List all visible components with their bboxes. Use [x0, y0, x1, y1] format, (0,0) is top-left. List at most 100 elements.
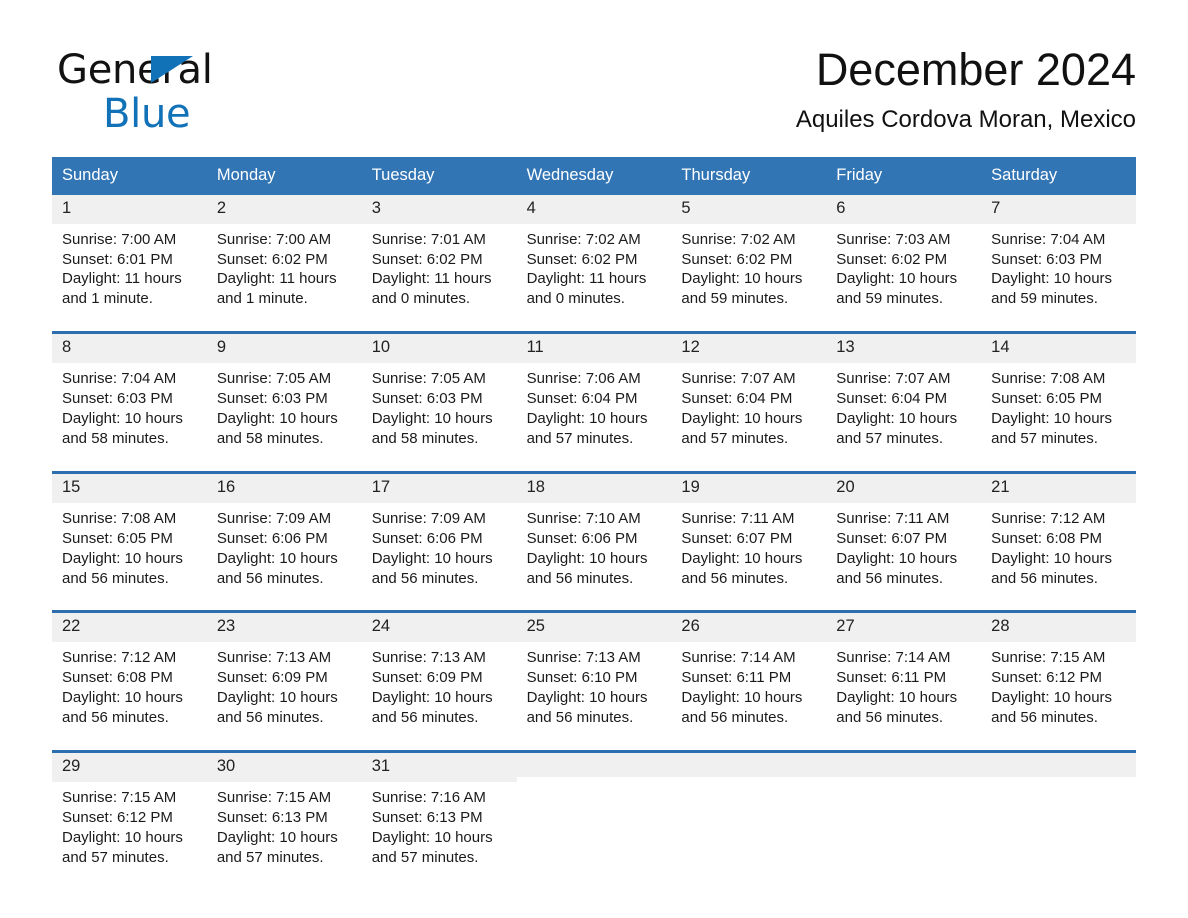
day-number: 19 — [671, 473, 827, 503]
day-cell[interactable]: 16 Sunrise: 7:09 AM Sunset: 6:06 PM Dayl… — [206, 473, 362, 589]
day-number: 21 — [981, 473, 1136, 503]
day-info — [671, 777, 826, 783]
sunrise-text: Sunrise: 7:13 AM — [216, 649, 332, 667]
day-cell[interactable]: 20 Sunrise: 7:11 AM Sunset: 6:07 PM Dayl… — [826, 473, 982, 589]
daylight-text: Daylight: 10 hours and 57 minutes. — [371, 828, 493, 866]
day-cell[interactable]: 21 Sunrise: 7:12 AM Sunset: 6:08 PM Dayl… — [981, 473, 1136, 589]
sunset-text: Sunset: 6:04 PM — [526, 390, 638, 408]
sunrise-text: Sunrise: 7:07 AM — [681, 370, 796, 388]
day-cell[interactable]: 15 Sunrise: 7:08 AM Sunset: 6:05 PM Dayl… — [52, 473, 207, 589]
day-number: 2 — [206, 194, 362, 224]
sunset-text: Sunset: 6:09 PM — [371, 669, 483, 687]
daylight-text: Daylight: 10 hours and 56 minutes. — [216, 549, 338, 587]
daylight-text: Daylight: 11 hours and 0 minutes. — [526, 270, 647, 308]
weekday-header-friday: Friday — [836, 166, 883, 184]
sunrise-text: Sunrise: 7:02 AM — [681, 230, 796, 248]
sunrise-text: Sunrise: 7:13 AM — [526, 649, 641, 667]
daylight-text: Daylight: 10 hours and 56 minutes. — [62, 689, 183, 727]
day-info: Sunrise: 7:04 AM Sunset: 6:03 PM Dayligh… — [52, 363, 207, 449]
day-number: 17 — [361, 473, 517, 503]
day-cell[interactable]: 23 Sunrise: 7:13 AM Sunset: 6:09 PM Dayl… — [206, 613, 362, 728]
sunrise-text: Sunrise: 7:06 AM — [526, 370, 641, 388]
day-cell[interactable]: 1 Sunrise: 7:00 AM Sunset: 6:01 PM Dayli… — [52, 194, 207, 310]
day-info: Sunrise: 7:13 AM Sunset: 6:09 PM Dayligh… — [362, 642, 517, 728]
day-cell[interactable]: 29 Sunrise: 7:15 AM Sunset: 6:12 PM Dayl… — [52, 752, 207, 868]
sunrise-text: Sunrise: 7:15 AM — [216, 788, 332, 806]
day-number: 29 — [52, 752, 207, 782]
week-days: 22 Sunrise: 7:12 AM Sunset: 6:08 PM Dayl… — [52, 613, 1136, 728]
day-cell[interactable]: 12 Sunrise: 7:07 AM Sunset: 6:04 PM Dayl… — [671, 334, 827, 449]
week-row: 1 Sunrise: 7:00 AM Sunset: 6:01 PM Dayli… — [52, 194, 1136, 310]
sunset-text: Sunset: 6:02 PM — [371, 250, 483, 268]
day-info: Sunrise: 7:12 AM Sunset: 6:08 PM Dayligh… — [52, 642, 207, 728]
day-cell[interactable]: 4 Sunrise: 7:02 AM Sunset: 6:02 PM Dayli… — [516, 194, 672, 310]
daylight-text: Daylight: 10 hours and 58 minutes. — [216, 410, 338, 447]
day-cell[interactable]: 18 Sunrise: 7:10 AM Sunset: 6:06 PM Dayl… — [516, 473, 672, 589]
triangle-icon — [151, 56, 193, 83]
sunset-text: Sunset: 6:12 PM — [62, 808, 173, 826]
day-cell[interactable]: 31 Sunrise: 7:16 AM Sunset: 6:13 PM Dayl… — [361, 752, 517, 868]
day-info: Sunrise: 7:05 AM Sunset: 6:03 PM Dayligh… — [362, 363, 517, 449]
sunrise-text: Sunrise: 7:05 AM — [371, 370, 486, 388]
day-cell[interactable]: 8 Sunrise: 7:04 AM Sunset: 6:03 PM Dayli… — [52, 334, 207, 449]
day-number: 5 — [671, 194, 827, 224]
sunset-text: Sunset: 6:06 PM — [526, 529, 638, 547]
sunset-text: Sunset: 6:06 PM — [371, 529, 483, 547]
day-info: Sunrise: 7:09 AM Sunset: 6:06 PM Dayligh… — [362, 503, 517, 589]
weekday-header-tuesday: Tuesday — [371, 166, 435, 184]
daylight-text: Daylight: 10 hours and 57 minutes. — [216, 828, 338, 866]
day-number: 9 — [206, 334, 362, 364]
day-number: 11 — [516, 334, 672, 364]
sunrise-text: Sunrise: 7:12 AM — [991, 509, 1106, 527]
general-blue-logo[interactable]: General Blue — [57, 50, 387, 134]
day-number: 8 — [52, 334, 207, 364]
daylight-text: Daylight: 10 hours and 58 minutes. — [62, 410, 183, 447]
sunrise-text: Sunrise: 7:01 AM — [371, 230, 486, 248]
day-info: Sunrise: 7:15 AM Sunset: 6:12 PM Dayligh… — [981, 642, 1136, 728]
day-cell[interactable]: 27 Sunrise: 7:14 AM Sunset: 6:11 PM Dayl… — [826, 613, 982, 728]
day-cell[interactable]: 5 Sunrise: 7:02 AM Sunset: 6:02 PM Dayli… — [671, 194, 827, 310]
day-info — [517, 777, 672, 783]
day-cell[interactable]: 25 Sunrise: 7:13 AM Sunset: 6:10 PM Dayl… — [516, 613, 672, 728]
day-cell[interactable]: 3 Sunrise: 7:01 AM Sunset: 6:02 PM Dayli… — [361, 194, 517, 310]
day-number: 6 — [826, 194, 982, 224]
day-number — [826, 752, 982, 777]
day-cell[interactable]: 13 Sunrise: 7:07 AM Sunset: 6:04 PM Dayl… — [826, 334, 982, 449]
day-cell[interactable]: 22 Sunrise: 7:12 AM Sunset: 6:08 PM Dayl… — [52, 613, 207, 728]
day-cell[interactable]: 30 Sunrise: 7:15 AM Sunset: 6:13 PM Dayl… — [206, 752, 362, 868]
page-header: General Blue December 2024 Aquiles Cordo… — [0, 0, 1188, 134]
sunrise-text: Sunrise: 7:08 AM — [991, 370, 1106, 388]
day-cell[interactable]: 19 Sunrise: 7:11 AM Sunset: 6:07 PM Dayl… — [671, 473, 827, 589]
sunrise-text: Sunrise: 7:11 AM — [681, 509, 795, 527]
day-cell-empty — [671, 752, 827, 868]
day-cell[interactable]: 6 Sunrise: 7:03 AM Sunset: 6:02 PM Dayli… — [826, 194, 982, 310]
calendar-grid: Sunday Monday Tuesday Wednesday Thursday… — [52, 157, 1136, 868]
day-number: 20 — [826, 473, 982, 503]
day-cell[interactable]: 2 Sunrise: 7:00 AM Sunset: 6:02 PM Dayli… — [206, 194, 362, 310]
day-cell[interactable]: 17 Sunrise: 7:09 AM Sunset: 6:06 PM Dayl… — [361, 473, 517, 589]
week-row: 15 Sunrise: 7:08 AM Sunset: 6:05 PM Dayl… — [52, 470, 1136, 589]
day-info: Sunrise: 7:07 AM Sunset: 6:04 PM Dayligh… — [826, 363, 981, 449]
day-number: 10 — [361, 334, 517, 364]
day-cell[interactable]: 9 Sunrise: 7:05 AM Sunset: 6:03 PM Dayli… — [206, 334, 362, 449]
day-cell[interactable]: 24 Sunrise: 7:13 AM Sunset: 6:09 PM Dayl… — [361, 613, 517, 728]
sunrise-text: Sunrise: 7:09 AM — [371, 509, 486, 527]
daylight-text: Daylight: 10 hours and 57 minutes. — [62, 828, 183, 866]
day-cell[interactable]: 11 Sunrise: 7:06 AM Sunset: 6:04 PM Dayl… — [516, 334, 672, 449]
day-cell[interactable]: 7 Sunrise: 7:04 AM Sunset: 6:03 PM Dayli… — [981, 194, 1136, 310]
day-cell[interactable]: 14 Sunrise: 7:08 AM Sunset: 6:05 PM Dayl… — [981, 334, 1136, 449]
day-cell[interactable]: 26 Sunrise: 7:14 AM Sunset: 6:11 PM Dayl… — [671, 613, 827, 728]
day-number: 15 — [52, 473, 207, 503]
day-cell-empty — [981, 752, 1136, 868]
day-number — [516, 752, 672, 777]
day-info: Sunrise: 7:04 AM Sunset: 6:03 PM Dayligh… — [981, 224, 1136, 310]
day-number: 28 — [981, 613, 1136, 643]
day-cell[interactable]: 28 Sunrise: 7:15 AM Sunset: 6:12 PM Dayl… — [981, 613, 1136, 728]
day-cell[interactable]: 10 Sunrise: 7:05 AM Sunset: 6:03 PM Dayl… — [361, 334, 517, 449]
daylight-text: Daylight: 11 hours and 1 minute. — [62, 270, 182, 308]
daylight-text: Daylight: 10 hours and 57 minutes. — [681, 410, 803, 447]
day-info: Sunrise: 7:12 AM Sunset: 6:08 PM Dayligh… — [981, 503, 1136, 589]
daylight-text: Daylight: 10 hours and 56 minutes. — [526, 689, 648, 727]
sunrise-text: Sunrise: 7:11 AM — [836, 509, 950, 527]
weekday-header-row: Sunday Monday Tuesday Wednesday Thursday… — [52, 157, 1136, 195]
